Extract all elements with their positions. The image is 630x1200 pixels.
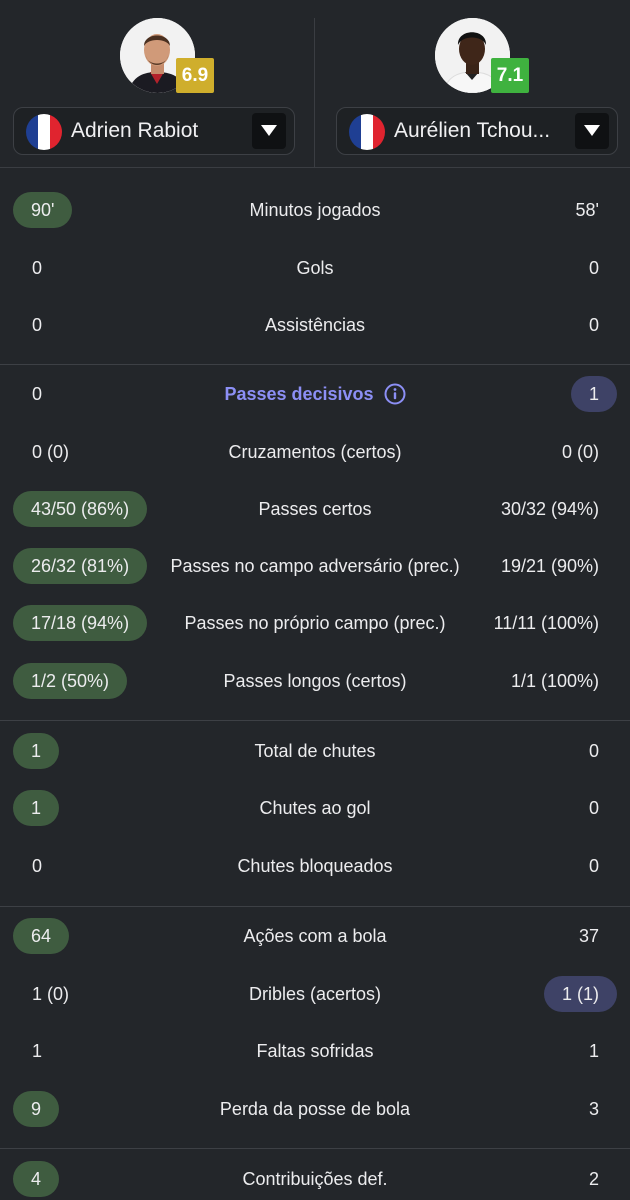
stat-row: 26/32 (81%) Passes no campo adversário (…: [0, 546, 630, 586]
section-divider: [0, 1148, 630, 1149]
right-value: 1: [588, 1041, 599, 1061]
player-rating-badge: 7.1: [491, 58, 529, 93]
right-value: 37: [578, 926, 599, 946]
france-flag-icon: [349, 114, 385, 150]
stat-label: Minutos jogados: [249, 200, 381, 220]
right-value: 0: [588, 856, 599, 876]
right-player: 7.1 Aurélien Tchou...: [315, 0, 630, 168]
section-divider: [0, 720, 630, 721]
player-dropdown-button[interactable]: [252, 113, 286, 149]
stat-row: 1 Faltas sofridas 1: [0, 1031, 630, 1071]
stat-label: Assistências: [264, 315, 366, 335]
chevron-down-icon: [261, 125, 277, 136]
player-selector[interactable]: Adrien Rabiot: [13, 107, 295, 155]
stat-label-link[interactable]: Passes decisivos: [0, 374, 630, 414]
section-divider: [0, 364, 630, 365]
right-value: 11/11 (100%): [493, 613, 599, 633]
france-flag-icon: [26, 114, 62, 150]
stat-label: Contribuições def.: [242, 1169, 388, 1189]
stat-row: 17/18 (94%) Passes no próprio campo (pre…: [0, 603, 630, 643]
stat-row: 0 Passes decisivos 1: [0, 374, 630, 414]
right-value: 0: [588, 258, 599, 278]
stat-label: Cruzamentos (certos): [228, 442, 402, 462]
stat-row: 1 Chutes ao gol 0: [0, 788, 630, 828]
right-value: 2: [588, 1169, 599, 1189]
player-name: Aurélien Tchou...: [394, 119, 551, 142]
stat-row: 4 Contribuições def. 2: [0, 1159, 630, 1199]
stat-row: 0 Assistências 0: [0, 305, 630, 345]
player-rating-badge: 6.9: [176, 58, 214, 93]
stat-row: 9 Perda da posse de bola 3: [0, 1089, 630, 1129]
stat-label: Chutes ao gol: [259, 798, 371, 818]
stat-row: 0 (0) Cruzamentos (certos) 0 (0): [0, 432, 630, 472]
stat-row: 1 Total de chutes 0: [0, 731, 630, 771]
stat-label: Ações com a bola: [243, 926, 387, 946]
info-icon[interactable]: [384, 383, 406, 405]
player-dropdown-button[interactable]: [575, 113, 609, 149]
right-value: 1 (1): [543, 976, 617, 1012]
stat-label: Faltas sofridas: [256, 1041, 374, 1061]
left-player: 6.9 Adrien Rabiot: [0, 0, 315, 168]
right-value: 1: [570, 376, 617, 412]
stat-row: 1 (0) Dribles (acertos) 1 (1): [0, 974, 630, 1014]
section-divider: [0, 906, 630, 907]
stat-label: Dribles (acertos): [248, 984, 382, 1004]
stat-row: 0 Chutes bloqueados 0: [0, 846, 630, 886]
stat-row: 43/50 (86%) Passes certos 30/32 (94%): [0, 489, 630, 529]
player-selector[interactable]: Aurélien Tchou...: [336, 107, 618, 155]
right-value: 3: [588, 1099, 599, 1119]
stat-label: Chutes bloqueados: [237, 856, 393, 876]
stat-label: Total de chutes: [254, 741, 376, 761]
stat-row: 0 Gols 0: [0, 248, 630, 288]
right-value: 0 (0): [561, 442, 599, 462]
stat-row: 1/2 (50%) Passes longos (certos) 1/1 (10…: [0, 661, 630, 701]
right-value: 19/21 (90%): [500, 556, 599, 576]
stat-label: Perda da posse de bola: [219, 1099, 411, 1119]
right-value: 0: [588, 798, 599, 818]
stat-row: 64 Ações com a bola 37: [0, 916, 630, 956]
right-value: 0: [588, 741, 599, 761]
player-comparison-header: 6.9 Adrien Rabiot 7.1 Aurélien Tchou...: [0, 0, 630, 168]
right-value: 1/1 (100%): [510, 671, 599, 691]
stat-row: 90' Minutos jogados 58': [0, 190, 630, 230]
stat-label: Gols: [296, 258, 334, 278]
right-value: 30/32 (94%): [500, 499, 599, 519]
chevron-down-icon: [584, 125, 600, 136]
right-value: 58': [575, 200, 599, 220]
stat-label[interactable]: Passes decisivos: [224, 384, 373, 404]
player-name: Adrien Rabiot: [71, 119, 199, 142]
right-value: 0: [588, 315, 599, 335]
